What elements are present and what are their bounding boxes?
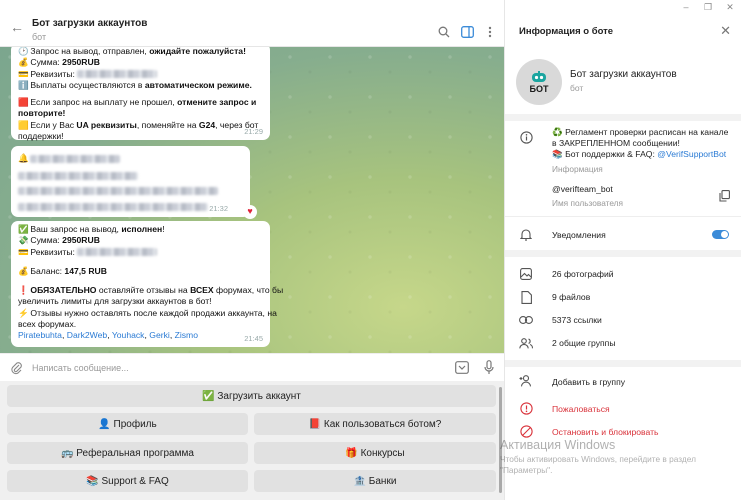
bot-name: Бот загрузки аккаунтов	[570, 69, 677, 80]
block-icon	[519, 424, 533, 438]
message-time: 21:45	[244, 333, 263, 343]
forum-link[interactable]: Dark2Web	[67, 330, 107, 340]
money-icon: 💰	[18, 57, 29, 68]
redacted-text	[77, 248, 158, 257]
yellow-square-icon: 🟨	[18, 119, 29, 130]
info-panel-title: Информация о боте	[519, 26, 614, 37]
money-icon: 💳	[18, 68, 29, 79]
message-time: 21:32	[209, 203, 228, 213]
divider	[505, 250, 741, 257]
forum-link[interactable]: Piratebuhta	[18, 330, 62, 340]
file-icon	[519, 290, 533, 304]
message-input[interactable]	[32, 360, 412, 376]
clock-icon: 🕑	[18, 47, 29, 56]
info-icon: ℹ️	[18, 79, 29, 90]
chat-background: 🕑 Запрос на вывод, отправлен, ожидайте п…	[0, 47, 504, 353]
shared-files[interactable]: 9 файлов	[552, 292, 590, 303]
link-icon	[519, 313, 533, 327]
add-to-group-button[interactable]: Добавить в группу	[552, 377, 625, 388]
add-user-icon	[519, 374, 533, 388]
notifications-label: Уведомления	[552, 230, 606, 240]
shared-photos[interactable]: 26 фотографий	[552, 269, 614, 280]
bot-type: бот	[570, 83, 584, 93]
forum-link[interactable]: Zismo	[175, 330, 198, 340]
attach-icon[interactable]	[10, 361, 22, 377]
how-to-use-button[interactable]: 📕 Как пользоваться ботом?	[254, 413, 496, 435]
minimize-icon[interactable]: –	[675, 0, 697, 14]
card-icon: 💳	[18, 246, 29, 257]
username-link[interactable]: @verifteam_bot	[552, 184, 613, 195]
money-bag-icon: 💰	[18, 265, 29, 276]
chat-title[interactable]: Бот загрузки аккаунтов	[32, 18, 147, 29]
message-bubble[interactable]: 🕑 Запрос на вывод, отправлен, ожидайте п…	[11, 47, 270, 141]
groups-icon	[519, 336, 533, 350]
profile-button[interactable]: 👤 Профиль	[7, 413, 248, 435]
maximize-icon[interactable]: ❐	[697, 0, 719, 14]
stop-and-block-button[interactable]: Остановить и блокировать	[552, 427, 659, 438]
robot-icon	[532, 70, 546, 82]
back-arrow-icon[interactable]: ←	[10, 20, 24, 34]
shared-links[interactable]: 5373 ссылки	[552, 315, 602, 326]
report-icon	[519, 401, 533, 415]
bot-info-panel: Информация о боте ✕ БОТ Бот загрузки акк…	[504, 0, 741, 500]
copy-icon[interactable]	[717, 189, 731, 203]
upload-account-button[interactable]: ✅ Загрузить аккаунт	[7, 385, 496, 407]
chat-header: ← Бот загрузки аккаунтов бот	[0, 0, 504, 47]
notifications-toggle[interactable]	[712, 230, 729, 239]
support-faq-button[interactable]: 📚 Support & FAQ	[7, 470, 248, 492]
bot-keyboard: ✅ Загрузить аккаунт 👤 Профиль 📕 Как поль…	[0, 381, 504, 500]
message-bubble[interactable]: 🔔 21:32 ♥	[11, 146, 257, 219]
redacted-text	[77, 70, 158, 79]
report-button[interactable]: Пожаловаться	[552, 404, 610, 415]
username-label: Имя пользователя	[552, 198, 624, 208]
sidebar-toggle-icon[interactable]	[459, 24, 475, 40]
compose-bar	[0, 353, 504, 381]
bell-icon	[519, 227, 533, 241]
info-icon	[519, 130, 533, 144]
windows-activation-watermark: Активация Windows	[500, 438, 616, 452]
forum-link[interactable]: Youhack	[112, 330, 145, 340]
window-controls: – ❐ ✕	[675, 0, 741, 14]
banks-button[interactable]: 🏦 Банки	[254, 470, 496, 492]
check-icon: ✅	[18, 224, 29, 234]
exclamation-icon: ❗	[18, 285, 29, 296]
support-bot-link[interactable]: @VerifSupportBot	[657, 149, 726, 159]
message-bubble[interactable]: ✅ Ваш запрос на вывод, исполнен! 💸 Сумма…	[11, 221, 283, 347]
bot-description: ♻️ Регламент проверки расписан на канале…	[552, 127, 729, 159]
heart-reaction-icon[interactable]: ♥	[243, 205, 257, 219]
message-time: 21:29	[244, 126, 263, 136]
close-icon[interactable]: ✕	[720, 24, 731, 37]
avatar[interactable]: БОТ	[516, 59, 562, 105]
contests-button[interactable]: 🎁 Конкурсы	[254, 442, 496, 464]
search-icon[interactable]	[436, 24, 452, 40]
description-label: Информация	[552, 164, 603, 174]
forum-link[interactable]: Gerki	[149, 330, 170, 340]
common-groups[interactable]: 2 общие группы	[552, 338, 616, 349]
chat-pane: ← Бот загрузки аккаунтов бот 🕑 Запрос на…	[0, 0, 504, 500]
red-square-icon: 🟥	[18, 97, 29, 108]
microphone-icon[interactable]	[484, 360, 494, 377]
divider	[505, 114, 741, 121]
more-options-icon[interactable]	[482, 24, 498, 40]
windows-activation-hint: Чтобы активировать Windows, перейдите в …	[500, 454, 696, 475]
divider	[505, 360, 741, 367]
bot-keyboard-icon[interactable]	[455, 361, 469, 376]
chat-subtitle: бот	[32, 32, 47, 42]
referral-program-button[interactable]: 🚌 Реферальная программа	[7, 442, 248, 464]
close-window-icon[interactable]: ✕	[719, 0, 741, 14]
photo-icon	[519, 267, 533, 281]
money-icon: 💸	[18, 235, 29, 246]
lightning-icon: ⚡	[18, 307, 29, 318]
